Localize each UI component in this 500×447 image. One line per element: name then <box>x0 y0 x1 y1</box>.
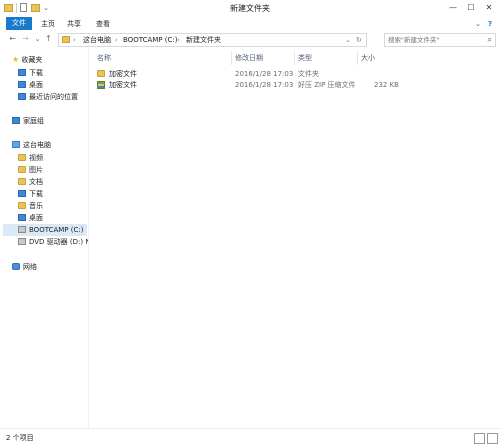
title-bar: ⌄ 新建文件夹 — ☐ ✕ <box>0 0 500 17</box>
file-size: 232 KB <box>374 81 399 89</box>
homegroup-icon <box>12 117 20 124</box>
computer-icon <box>12 141 20 148</box>
forward-button[interactable]: → <box>21 34 30 44</box>
sidebar-item-desktop[interactable]: 桌面 <box>18 79 43 91</box>
sidebar-this-pc[interactable]: 这台电脑 <box>12 139 51 151</box>
documents-folder-icon <box>18 178 26 185</box>
sidebar-homegroup[interactable]: 家庭组 <box>12 115 44 127</box>
sidebar-network[interactable]: 网络 <box>12 261 37 273</box>
maximize-button[interactable]: ☐ <box>464 2 478 13</box>
address-folder-icon <box>62 36 70 43</box>
sidebar-item-label: DVD 驱动器 (D:) NI <box>29 238 88 246</box>
desktop-icon <box>18 214 26 221</box>
ribbon-tabs: 文件 主页 共享 查看 ⌄ ? <box>0 16 500 32</box>
sidebar-item-dvd-drive[interactable]: DVD 驱动器 (D:) NI <box>18 236 88 248</box>
status-bar: 2 个项目 <box>0 428 500 447</box>
navigation-pane: ★ 收藏夹 下载 桌面 最近访问的位置 家庭组 这台电脑 视频 图片 文档 下载… <box>0 48 89 428</box>
tab-file[interactable]: 文件 <box>6 17 32 30</box>
downloads-icon <box>18 69 26 76</box>
sidebar-item-label: 这台电脑 <box>23 141 51 149</box>
drive-icon <box>18 226 26 233</box>
sidebar-item-label: 图片 <box>29 166 43 174</box>
column-divider[interactable] <box>357 51 358 65</box>
sidebar-item-bootcamp[interactable]: BOOTCAMP (C:) <box>3 224 87 236</box>
column-divider[interactable] <box>294 51 295 65</box>
music-folder-icon <box>18 202 26 209</box>
item-count: 2 个项目 <box>6 434 34 442</box>
sidebar-item-videos[interactable]: 视频 <box>18 152 43 164</box>
help-button[interactable]: ? <box>486 18 494 30</box>
sidebar-item-music[interactable]: 音乐 <box>18 200 43 212</box>
column-header-modified[interactable]: 修改日期 <box>235 53 263 63</box>
sidebar-item-desktop-pc[interactable]: 桌面 <box>18 212 43 224</box>
desktop-icon <box>18 81 26 88</box>
folder-icon <box>97 70 105 77</box>
downloads-icon <box>18 190 26 197</box>
breadcrumb-this-pc[interactable]: 这台电脑 <box>83 35 111 45</box>
tab-share[interactable]: 共享 <box>64 18 84 30</box>
pictures-folder-icon <box>18 166 26 173</box>
videos-folder-icon <box>18 154 26 161</box>
crumb-separator: › <box>73 36 76 44</box>
sidebar-item-recent-places[interactable]: 最近访问的位置 <box>18 91 78 103</box>
tab-home[interactable]: 主页 <box>38 18 58 30</box>
sidebar-item-label: 文档 <box>29 178 43 186</box>
minimize-button[interactable]: — <box>446 2 460 13</box>
file-type: 好压 ZIP 压缩文件 <box>298 81 356 89</box>
sidebar-item-label: 最近访问的位置 <box>29 93 78 101</box>
recent-places-icon <box>18 93 26 100</box>
sidebar-item-label: BOOTCAMP (C:) <box>29 226 84 234</box>
file-row[interactable]: 加密文件 2016/1/28 17:03 好压 ZIP 压缩文件 232 KB <box>95 79 415 91</box>
sidebar-item-label: 视频 <box>29 154 43 162</box>
details-view-icon[interactable] <box>474 433 485 444</box>
close-button[interactable]: ✕ <box>482 2 496 13</box>
sidebar-item-label: 音乐 <box>29 202 43 210</box>
breadcrumb-bootcamp[interactable]: BOOTCAMP (C:) <box>123 35 177 45</box>
search-input[interactable] <box>388 35 484 45</box>
star-icon: ★ <box>12 55 20 64</box>
dvd-drive-icon <box>18 238 26 245</box>
file-modified: 2016/1/28 17:03 <box>235 81 294 89</box>
address-bar[interactable]: › 这台电脑 › BOOTCAMP (C:) › 新建文件夹 ⌄ ↻ <box>58 33 367 47</box>
window-title: 新建文件夹 <box>230 4 270 13</box>
sidebar-item-pictures[interactable]: 图片 <box>18 164 43 176</box>
refresh-icon[interactable]: ↻ <box>356 35 362 45</box>
breadcrumb-new-folder[interactable]: 新建文件夹 <box>186 35 221 45</box>
sidebar-item-label: 家庭组 <box>23 117 44 125</box>
file-name: 加密文件 <box>109 81 137 89</box>
column-header-type[interactable]: 类型 <box>298 53 312 63</box>
sidebar-item-label: 网络 <box>23 263 37 271</box>
tab-view[interactable]: 查看 <box>93 18 113 30</box>
zip-archive-icon <box>97 81 105 89</box>
file-list: 名称 修改日期 类型 大小 加密文件 2016/1/28 17:03 文件夹 加… <box>91 48 500 428</box>
sidebar-item-downloads-pc[interactable]: 下载 <box>18 188 43 200</box>
sidebar-item-label: 桌面 <box>29 81 43 89</box>
back-button[interactable]: ← <box>8 34 17 44</box>
ribbon-expand-button[interactable]: ⌄ <box>474 18 482 30</box>
crumb-separator[interactable]: › <box>177 35 180 45</box>
sidebar-item-label: 下载 <box>29 69 43 77</box>
recent-locations-button[interactable]: ⌄ <box>33 34 42 44</box>
sidebar-favorites-label: 收藏夹 <box>21 56 43 64</box>
column-header-name[interactable]: 名称 <box>97 53 111 63</box>
search-icon[interactable]: ⌕ <box>488 35 492 45</box>
sidebar-item-label: 桌面 <box>29 214 43 222</box>
sidebar-item-label: 下载 <box>29 190 43 198</box>
network-icon <box>12 263 20 270</box>
sidebar-item-documents[interactable]: 文档 <box>18 176 43 188</box>
search-box[interactable]: ⌕ <box>384 33 496 47</box>
up-button[interactable]: ↑ <box>44 34 53 44</box>
column-divider[interactable] <box>231 51 232 65</box>
sidebar-item-downloads[interactable]: 下载 <box>18 67 43 79</box>
column-header-size[interactable]: 大小 <box>361 53 375 63</box>
sidebar-favorites[interactable]: ★ 收藏夹 <box>12 54 42 66</box>
address-row: ← → ⌄ ↑ › 这台电脑 › BOOTCAMP (C:) › 新建文件夹 ⌄… <box>0 31 500 48</box>
large-icons-view-icon[interactable] <box>487 433 498 444</box>
crumb-separator[interactable]: › <box>115 35 118 45</box>
address-dropdown-icon[interactable]: ⌄ <box>345 35 351 45</box>
